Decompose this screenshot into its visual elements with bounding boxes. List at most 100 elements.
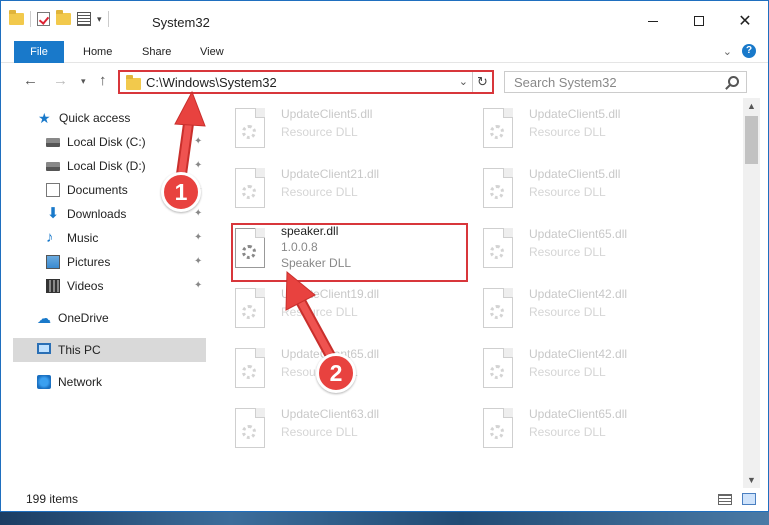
sidebar-item-label: Quick access bbox=[59, 111, 131, 125]
search-input[interactable]: Search System32 bbox=[504, 71, 747, 93]
close-button[interactable]: ✕ bbox=[722, 1, 768, 41]
dll-file-icon bbox=[483, 348, 513, 388]
network-icon bbox=[37, 375, 51, 389]
videos-icon bbox=[46, 279, 60, 293]
file-description: Resource DLL bbox=[529, 305, 606, 319]
file-name: UpdateClient42.dll bbox=[529, 287, 628, 301]
pin-icon[interactable]: ✦ bbox=[194, 274, 202, 298]
properties-list-icon[interactable] bbox=[77, 12, 91, 26]
pin-icon[interactable]: ✦ bbox=[194, 226, 202, 250]
sidebar-item-videos[interactable]: Videos ✦ bbox=[46, 274, 206, 298]
folder-icon bbox=[126, 75, 141, 90]
chevron-down-icon[interactable]: ⌄ bbox=[459, 75, 468, 88]
expand-ribbon-icon[interactable]: ⌄ bbox=[723, 45, 732, 58]
status-bar: 199 items bbox=[1, 488, 768, 512]
file-name: UpdateClient5.dll bbox=[529, 167, 621, 181]
file-name: UpdateClient63.dll bbox=[281, 407, 380, 421]
new-folder-icon[interactable] bbox=[56, 10, 71, 25]
minimize-icon bbox=[648, 20, 658, 22]
pin-icon[interactable]: ✦ bbox=[194, 130, 202, 154]
file-list: UpdateClient5.dll Resource DLL UpdateCli… bbox=[225, 98, 743, 481]
details-view-icon[interactable] bbox=[718, 494, 732, 505]
file-name: UpdateClient65.dll bbox=[529, 407, 628, 421]
step-1-badge: 1 bbox=[161, 172, 201, 212]
file-item[interactable]: UpdateClient5.dll Resource DLL bbox=[473, 158, 713, 216]
dll-file-icon bbox=[235, 168, 265, 208]
quick-access-toolbar: ▾ bbox=[9, 10, 109, 27]
sidebar-item-pictures[interactable]: Pictures ✦ bbox=[46, 250, 206, 274]
search-icon[interactable] bbox=[728, 76, 739, 87]
computer-icon bbox=[37, 343, 51, 354]
recent-locations-icon[interactable]: ▾ bbox=[81, 76, 86, 87]
sidebar-item-local-disk-c[interactable]: Local Disk (C:) ✦ bbox=[46, 130, 206, 154]
file-item[interactable]: UpdateClient42.dll Resource DLL bbox=[473, 338, 713, 396]
chevron-down-icon[interactable]: ▾ bbox=[97, 14, 102, 25]
tab-home[interactable]: Home bbox=[83, 41, 112, 63]
sidebar-item-label: Downloads bbox=[67, 207, 127, 221]
back-arrow-icon[interactable]: ← bbox=[23, 72, 38, 89]
tab-view[interactable]: View bbox=[200, 41, 224, 63]
forward-arrow-icon[interactable]: → bbox=[53, 72, 68, 89]
file-name: UpdateClient21.dll bbox=[281, 167, 380, 181]
folder-icon[interactable] bbox=[9, 10, 24, 25]
maximize-icon bbox=[694, 16, 704, 26]
sidebar-item-label: Pictures bbox=[67, 255, 111, 269]
navigation-pane: ★ Quick access Local Disk (C:) ✦ Local D… bbox=[1, 98, 208, 481]
refresh-icon[interactable]: ↻ bbox=[472, 72, 492, 92]
gear-icon bbox=[490, 365, 504, 379]
scroll-down-icon[interactable]: ▼ bbox=[743, 472, 760, 488]
address-path[interactable]: C:\Windows\System32 bbox=[146, 75, 277, 90]
file-item[interactable]: UpdateClient63.dll Resource DLL bbox=[225, 398, 465, 456]
close-icon: ✕ bbox=[738, 13, 752, 30]
pin-icon[interactable]: ✦ bbox=[194, 154, 202, 178]
ribbon-controls: ⌄ ? bbox=[723, 44, 756, 58]
sidebar-item-label: OneDrive bbox=[58, 311, 109, 325]
pin-icon[interactable]: ✦ bbox=[194, 250, 202, 274]
drive-icon bbox=[46, 138, 60, 147]
vertical-scrollbar[interactable]: ▲ ▼ bbox=[743, 98, 760, 488]
minimize-button[interactable] bbox=[630, 1, 676, 41]
file-description: Resource DLL bbox=[281, 305, 358, 319]
tab-share[interactable]: Share bbox=[142, 41, 171, 63]
file-item[interactable]: UpdateClient19.dll Resource DLL bbox=[225, 278, 465, 336]
tab-file[interactable]: File bbox=[14, 41, 64, 63]
file-description: Resource DLL bbox=[529, 425, 606, 439]
maximize-button[interactable] bbox=[676, 1, 722, 41]
file-item[interactable]: UpdateClient5.dll Resource DLL bbox=[225, 98, 465, 156]
drive-icon bbox=[46, 162, 60, 171]
sidebar-item-label: Videos bbox=[67, 279, 104, 293]
file-description: Resource DLL bbox=[529, 365, 606, 379]
file-name: UpdateClient5.dll bbox=[529, 107, 621, 121]
gear-icon bbox=[490, 185, 504, 199]
dll-file-icon bbox=[483, 408, 513, 448]
file-item[interactable]: UpdateClient5.dll Resource DLL bbox=[473, 98, 713, 156]
ribbon: File Home Share View ⌄ ? bbox=[1, 41, 768, 63]
scrollbar-thumb[interactable] bbox=[745, 116, 758, 164]
up-arrow-icon[interactable]: ↑ bbox=[99, 72, 107, 89]
file-description: Resource DLL bbox=[281, 125, 358, 139]
file-item[interactable]: UpdateClient21.dll Resource DLL bbox=[225, 158, 465, 216]
tiles-view-icon[interactable] bbox=[742, 493, 756, 505]
search-placeholder: Search System32 bbox=[514, 75, 617, 90]
sidebar-item-label: Network bbox=[58, 375, 103, 389]
star-icon: ★ bbox=[38, 110, 51, 126]
file-description: Resource DLL bbox=[529, 125, 606, 139]
dll-file-icon bbox=[483, 228, 513, 268]
file-item[interactable]: UpdateClient42.dll Resource DLL bbox=[473, 278, 713, 336]
cloud-icon: ☁ bbox=[37, 310, 51, 326]
file-name: UpdateClient19.dll bbox=[281, 287, 380, 301]
window-title: System32 bbox=[152, 15, 210, 30]
dll-file-icon bbox=[235, 108, 265, 148]
file-item[interactable]: UpdateClient65.dll Resource DLL bbox=[473, 398, 713, 456]
sidebar-item-music[interactable]: ♪ Music ✦ bbox=[46, 226, 206, 250]
scroll-up-icon[interactable]: ▲ bbox=[743, 98, 760, 114]
document-icon bbox=[46, 183, 60, 197]
sidebar-item-label: Local Disk (D:) bbox=[67, 159, 146, 173]
address-bar[interactable]: C:\Windows\System32 ⌄ ↻ bbox=[118, 70, 494, 94]
gear-icon bbox=[242, 365, 256, 379]
file-item[interactable]: UpdateClient65.dll Resource DLL bbox=[473, 218, 713, 276]
properties-check-icon[interactable] bbox=[37, 12, 50, 26]
help-icon[interactable]: ? bbox=[742, 44, 756, 58]
gear-icon bbox=[490, 305, 504, 319]
desktop-background bbox=[0, 512, 769, 525]
